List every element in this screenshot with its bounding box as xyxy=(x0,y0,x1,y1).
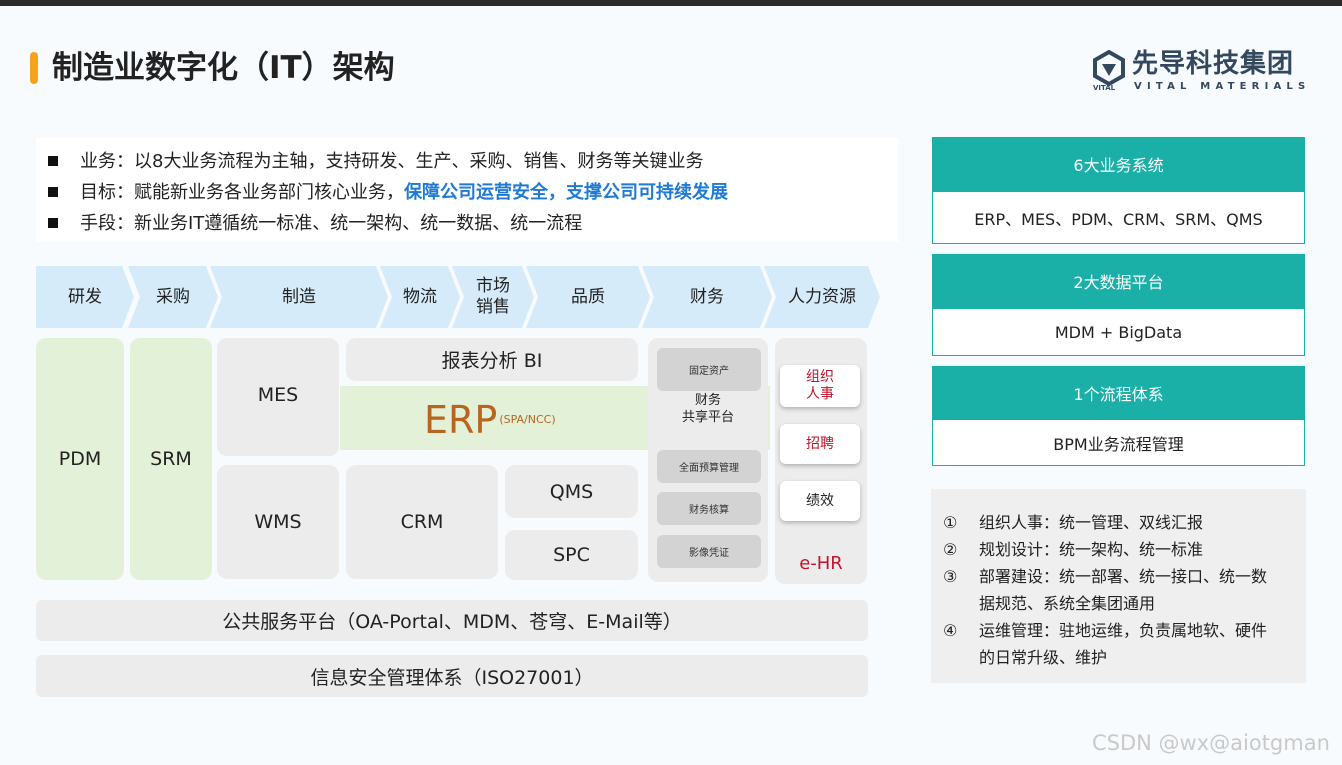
logo-company-name: 先导科技集团 xyxy=(1132,49,1295,79)
summary-bullets: 业务：以8大业务流程为主轴，支持研发、生产、采购、销售、财务等关键业务 目标：赋… xyxy=(36,138,898,242)
process-logistics: 物流 xyxy=(380,266,460,328)
hr-org: 组织 人事 xyxy=(780,365,860,407)
logo-small-text: VITAL xyxy=(1093,84,1116,92)
module-crm: CRM xyxy=(346,465,498,579)
process-purchase: 采购 xyxy=(128,266,218,328)
bullet-means: 手段：新业务IT遵循统一标准、统一架构、统一数据、统一流程 xyxy=(48,208,898,239)
module-mes: MES xyxy=(217,338,339,456)
module-qms: QMS xyxy=(505,465,638,518)
finance-budget: 全面预算管理 xyxy=(657,450,761,483)
page-title: 制造业数字化（IT）架构 xyxy=(52,50,395,86)
goal-highlight: 保障公司运营安全，支撑公司可持续发展 xyxy=(404,182,728,203)
logo-english-name: VITAL MATERIALS xyxy=(1134,81,1311,92)
systems-data-head: 2大数据平台 xyxy=(932,254,1305,308)
module-pdm: PDM xyxy=(36,338,124,580)
process-rnd: 研发 xyxy=(36,266,134,328)
bullet-square-icon xyxy=(48,156,58,166)
module-spc: SPC xyxy=(505,530,638,580)
hr-recruit: 招聘 xyxy=(780,424,860,464)
public-service-platform: 公共服务平台（OA-Portal、MDM、苍穹、E-Mail等） xyxy=(36,600,868,641)
bullet-goal: 目标：赋能新业务各业务部门核心业务，保障公司运营安全，支撑公司可持续发展 xyxy=(48,177,898,208)
title-accent-bar xyxy=(30,52,38,84)
top-bar xyxy=(0,0,1342,6)
module-bi: 报表分析 BI xyxy=(346,338,638,381)
note-item: ③ 部署建设：统一部署、统一接口、统一数据规范、系统全集团通用 xyxy=(943,567,1268,613)
erp-subtitle: (SPA/NCC) xyxy=(499,413,556,426)
bullet-square-icon xyxy=(48,187,58,197)
module-wms: WMS xyxy=(217,465,339,579)
watermark: CSDN @wx@aiotgman xyxy=(1092,731,1330,755)
bullet-business: 业务：以8大业务流程为主轴，支持研发、生产、采购、销售、财务等关键业务 xyxy=(48,146,898,177)
finance-voucher: 影像凭证 xyxy=(657,535,761,568)
module-srm: SRM xyxy=(130,338,212,580)
finance-fixed-assets: 固定资产 xyxy=(657,348,761,391)
systems-process-head: 1个流程体系 xyxy=(932,366,1305,420)
note-item: ① 组织人事：统一管理、双线汇报 xyxy=(943,513,1204,532)
governance-notes: ① 组织人事：统一管理、双线汇报 ② 规划设计：统一架构、统一标准 ③ 部署建设：统一… xyxy=(931,489,1306,683)
finance-accounting: 财务核算 xyxy=(657,492,761,525)
systems-business-body: ERP、MES、PDM、CRM、SRM、QMS xyxy=(932,191,1305,244)
process-marketing-sales: 市场 销售 xyxy=(452,266,534,328)
systems-data-body: MDM + BigData xyxy=(932,308,1305,356)
bullet-square-icon xyxy=(48,218,58,228)
systems-process-body: BPM业务流程管理 xyxy=(932,419,1305,466)
note-item: ② 规划设计：统一架构、统一标准 xyxy=(943,540,1204,559)
module-erp: ERP (SPA/NCC) xyxy=(424,398,556,442)
security-system: 信息安全管理体系（ISO27001） xyxy=(36,655,868,697)
hr-ehr: e-HR xyxy=(799,553,843,574)
process-manufacturing: 制造 xyxy=(210,266,388,328)
hr-performance: 绩效 xyxy=(780,481,860,521)
finance-shared-platform-label: 财务 共享平台 xyxy=(681,393,734,425)
process-finance: 财务 xyxy=(642,266,772,328)
process-quality: 品质 xyxy=(526,266,650,328)
systems-business-head: 6大业务系统 xyxy=(932,137,1305,191)
process-hr: 人力资源 xyxy=(764,266,880,328)
note-item: ④ 运维管理：驻地运维，负责属地软、硬件的日常升级、维护 xyxy=(943,621,1268,667)
